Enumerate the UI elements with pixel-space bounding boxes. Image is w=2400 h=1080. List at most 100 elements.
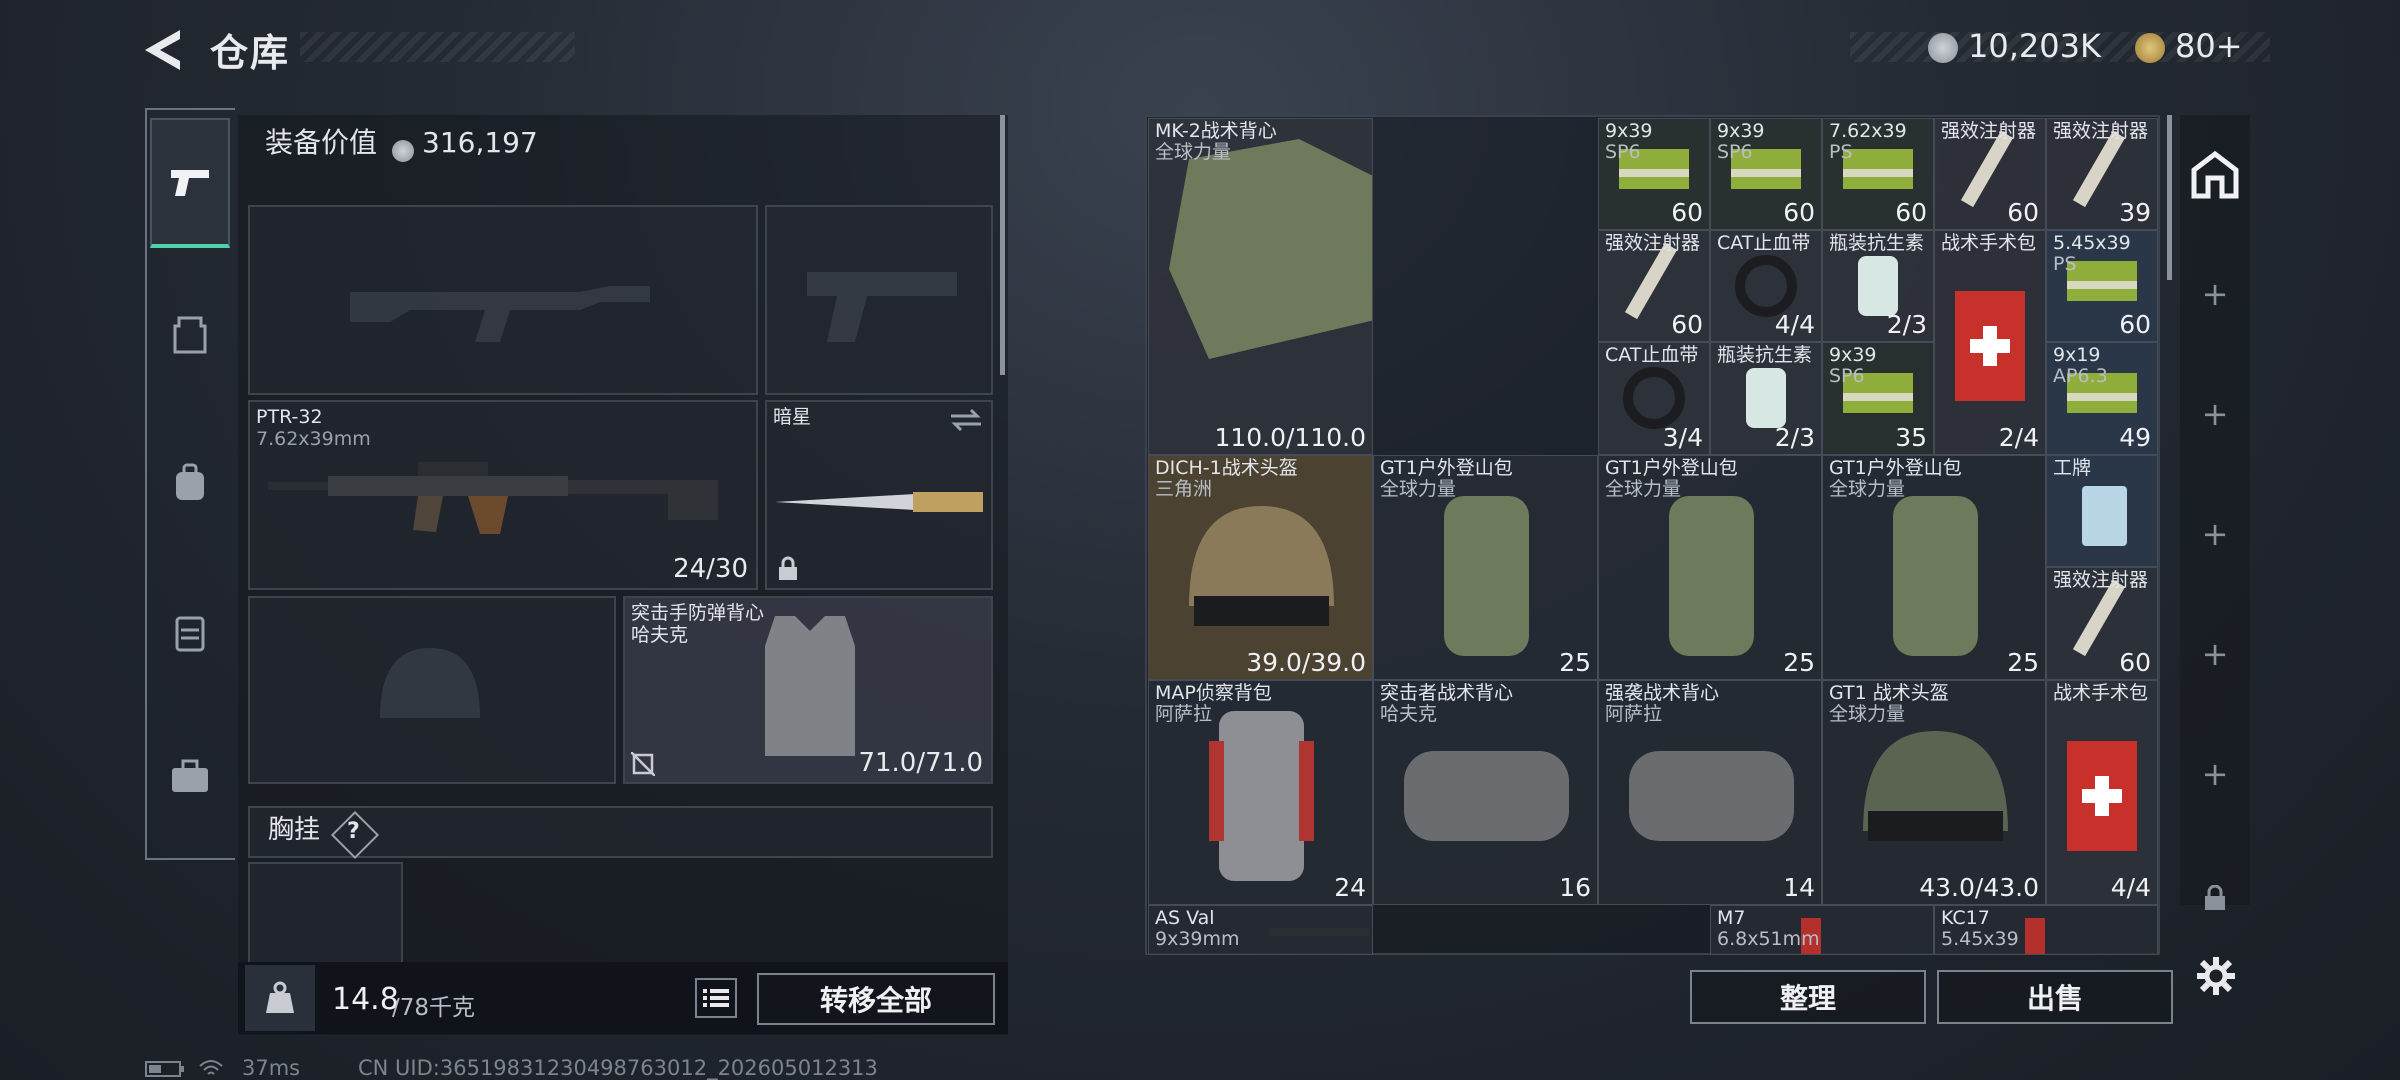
item-name: GT1户外登山包	[1380, 457, 1513, 479]
nav-chest-rig[interactable]	[150, 568, 230, 698]
list-icon	[703, 989, 729, 1007]
stash-item[interactable]: 5.45x39 PS 60	[2046, 230, 2158, 342]
item-count: 39	[2119, 198, 2151, 227]
stash-item[interactable]: GT1 战术头盔 全球力量 43.0/43.0	[1822, 680, 2046, 905]
chest-rig-help-icon[interactable]: ?	[347, 821, 360, 843]
add-tab-icon[interactable]: +	[2180, 755, 2250, 793]
armor-vest-icon	[765, 616, 855, 756]
stash-item[interactable]: MAP侦察背包 阿萨拉 24	[1148, 680, 1373, 905]
item-name: 瓶装抗生素	[1829, 232, 1925, 254]
loadout-scrollbar[interactable]	[1000, 115, 1005, 375]
item-count: 4/4	[1774, 310, 1815, 339]
stash-item[interactable]: 7.62x39 PS 60	[1822, 118, 1934, 230]
list-view-button[interactable]	[695, 978, 737, 1018]
item-name: 强效注射器	[2053, 569, 2149, 591]
item-name: 5.45x39	[2053, 232, 2131, 254]
stash-item[interactable]: GT1户外登山包 全球力量 25	[1822, 455, 2046, 680]
item-name: 9x19	[2053, 344, 2101, 366]
lock-icon	[779, 556, 797, 580]
chest-rig-label: 胸挂	[268, 815, 321, 845]
currency-premium[interactable]: 80+	[2175, 27, 2243, 65]
stash-item[interactable]: 工牌	[2046, 455, 2158, 567]
item-count: 60	[1783, 198, 1815, 227]
stash-item[interactable]: 9x39 SP6 60	[1710, 118, 1822, 230]
item-name: 9x39	[1829, 344, 1877, 366]
add-tab-icon[interactable]: +	[2180, 635, 2250, 673]
stash-item[interactable]: 9x19 AP6.3 49	[2046, 342, 2158, 455]
rifle-silhouette-icon	[350, 286, 650, 342]
vest-icon	[1169, 139, 1372, 359]
slot-melee[interactable]: 暗星	[765, 400, 993, 590]
page-title: 仓库	[210, 31, 291, 75]
nav-backpack[interactable]	[150, 418, 230, 548]
stash-item[interactable]: CAT止血带 3/4	[1598, 342, 1710, 455]
weight-value: 14.8	[332, 982, 399, 1017]
item-subtitle: 全球力量	[1829, 703, 1906, 725]
stash-item[interactable]: 强效注射器 60	[1934, 118, 2046, 230]
slot-pistol-empty[interactable]	[765, 205, 993, 395]
item-name: GT1户外登山包	[1605, 457, 1738, 479]
stash-item[interactable]: 瓶装抗生素 2/3	[1710, 342, 1822, 455]
stash-item[interactable]: AS Val 9x39mm	[1148, 905, 1373, 955]
item-name: CAT止血带	[1605, 344, 1699, 366]
stash-item[interactable]: 突击者战术背心 哈夫克 16	[1373, 680, 1598, 905]
stash-item[interactable]: 9x39 SP6 60	[1598, 118, 1710, 230]
transfer-all-button[interactable]: 转移全部	[757, 973, 995, 1025]
add-tab-icon[interactable]: +	[2180, 515, 2250, 553]
stash-item[interactable]: 强效注射器 39	[2046, 118, 2158, 230]
stash-item[interactable]: MK-2战术背心 全球力量 110.0/110.0	[1148, 118, 1373, 455]
sort-button[interactable]: 整理	[1690, 970, 1926, 1024]
item-name: 强袭战术背心	[1605, 682, 1720, 704]
item-count: 43.0/43.0	[1919, 873, 2039, 902]
sell-button[interactable]: 出售	[1937, 970, 2173, 1024]
armor-brand: 哈夫克	[631, 624, 689, 646]
item-subtitle: 全球力量	[1155, 141, 1232, 163]
back-arrow-icon[interactable]	[140, 25, 190, 75]
item-name: CAT止血带	[1717, 232, 1811, 254]
stash-item[interactable]: M7 6.8x51mm	[1710, 905, 1934, 955]
stash-item[interactable]: 强效注射器 60	[2046, 567, 2158, 680]
item-name: 突击者战术背心	[1380, 682, 1514, 704]
slot-helmet-empty[interactable]	[248, 596, 616, 784]
item-subtitle: AP6.3	[2053, 365, 2108, 387]
stash-item[interactable]: 强效注射器 60	[1598, 230, 1710, 342]
add-tab-icon[interactable]: +	[2180, 395, 2250, 433]
tab-lock-icon[interactable]	[2203, 885, 2227, 911]
item-subtitle: 5.45x39	[1941, 928, 2019, 950]
stash-item[interactable]: KC17 5.45x39	[1934, 905, 2158, 955]
item-count: 4/4	[2110, 873, 2151, 902]
chest-rig-slot-empty[interactable]	[248, 862, 403, 962]
ping-text: 37ms	[242, 1056, 301, 1080]
stash-item[interactable]: GT1户外登山包 全球力量 25	[1373, 455, 1598, 680]
stash-item[interactable]: DICH-1战术头盔 三角洲 39.0/39.0	[1148, 455, 1373, 680]
settings-gear-icon[interactable]	[2195, 955, 2237, 997]
stash-scrollbar[interactable]	[2167, 115, 2172, 280]
item-name: 强效注射器	[1605, 232, 1701, 254]
helmet-silhouette-icon	[380, 648, 480, 718]
swap-arrows-icon[interactable]	[949, 408, 983, 432]
stash-item[interactable]: 战术手术包 2/4	[1934, 230, 2046, 455]
stash-tab-home[interactable]	[2190, 150, 2240, 200]
item-count: 60	[2119, 648, 2151, 677]
weight-icon-box	[245, 965, 315, 1031]
stash-item[interactable]: 强袭战术背心 阿萨拉 14	[1598, 680, 1822, 905]
nav-weapons[interactable]	[150, 118, 230, 248]
stash-item[interactable]: 瓶装抗生素 2/3	[1822, 230, 1934, 342]
battery-icon	[145, 1061, 184, 1077]
nav-case[interactable]	[150, 712, 230, 842]
slot-primary-weapon[interactable]: PTR-32 7.62x39mm 24/30	[248, 400, 758, 590]
stash-item[interactable]: CAT止血带 4/4	[1710, 230, 1822, 342]
add-tab-icon[interactable]: +	[2180, 275, 2250, 313]
item-name: MAP侦察背包	[1155, 682, 1272, 704]
stash-item[interactable]: 战术手术包 4/4	[2046, 680, 2158, 905]
stash-item[interactable]: 9x39 SP6 35	[1822, 342, 1934, 455]
slot-primary-weapon-empty[interactable]	[248, 205, 758, 395]
item-name: 强效注射器	[2053, 120, 2149, 142]
slot-armor[interactable]: 突击手防弹背心 哈夫克 71.0/71.0	[623, 596, 993, 784]
chest-rig-icon	[175, 616, 205, 652]
nav-armor[interactable]	[150, 270, 230, 400]
item-name: 强效注射器	[1941, 120, 2037, 142]
stash-item[interactable]: GT1户外登山包 全球力量 25	[1598, 455, 1822, 680]
item-subtitle: 全球力量	[1605, 478, 1682, 500]
equipment-value: 316,197	[422, 126, 538, 159]
